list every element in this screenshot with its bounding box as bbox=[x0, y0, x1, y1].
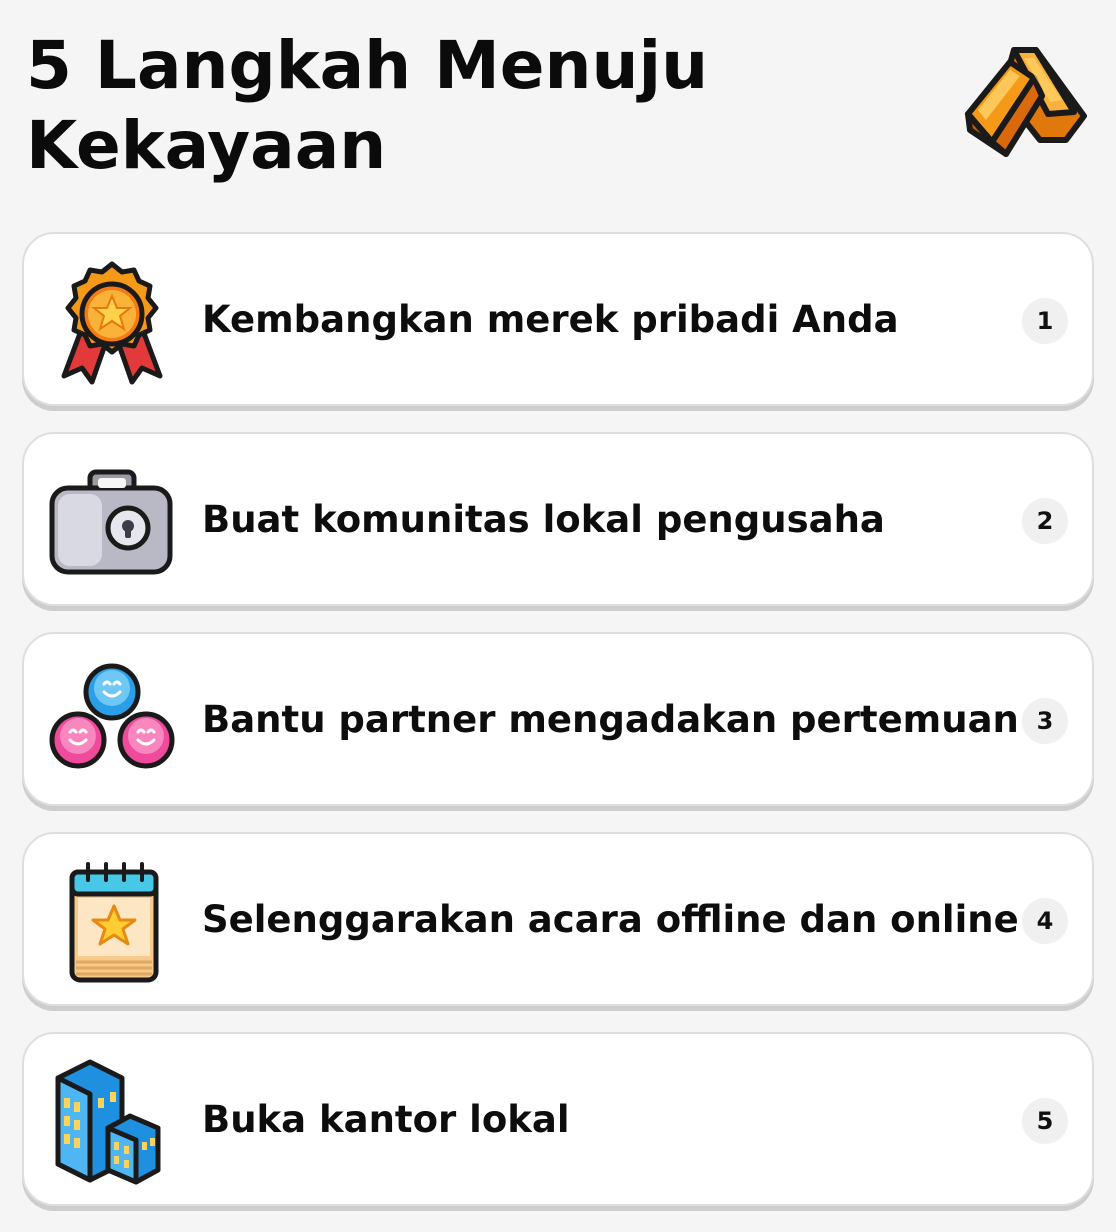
step-card-5[interactable]: Buka kantor lokal 5 bbox=[22, 1032, 1094, 1206]
step-label: Kembangkan merek pribadi Anda bbox=[202, 298, 899, 341]
calendar-icon bbox=[69, 862, 159, 983]
step-label: Selenggarakan acara offline dan online bbox=[202, 898, 1019, 941]
steps-list: Kembangkan merek pribadi Anda 1 Buat kom… bbox=[22, 232, 1094, 1232]
step-card-1[interactable]: Kembangkan merek pribadi Anda 1 bbox=[22, 232, 1094, 406]
medal-icon bbox=[61, 261, 163, 385]
step-number-badge: 5 bbox=[1022, 1098, 1068, 1144]
step-label: Buat komunitas lokal pengusaha bbox=[202, 498, 885, 541]
step-number-badge: 1 bbox=[1022, 298, 1068, 344]
page-header: 5 Langkah Menuju Kekayaan bbox=[0, 0, 1116, 220]
step-card-3[interactable]: Bantu partner mengadakan pertemuan 3 bbox=[22, 632, 1094, 806]
briefcase-icon bbox=[49, 469, 173, 575]
gold-bars-icon bbox=[965, 47, 1087, 157]
step-number-badge: 3 bbox=[1022, 698, 1068, 744]
step-number-badge: 4 bbox=[1022, 898, 1068, 944]
step-number-badge: 2 bbox=[1022, 498, 1068, 544]
step-label: Buka kantor lokal bbox=[202, 1098, 570, 1141]
step-card-2[interactable]: Buat komunitas lokal pengusaha 2 bbox=[22, 432, 1094, 606]
page-title: 5 Langkah Menuju Kekayaan bbox=[26, 27, 709, 184]
office-building-icon bbox=[55, 1059, 161, 1185]
step-card-4[interactable]: Selenggarakan acara offline dan online 4 bbox=[22, 832, 1094, 1006]
step-label: Bantu partner mengadakan pertemuan bbox=[202, 698, 1019, 741]
people-group-icon bbox=[49, 663, 175, 769]
